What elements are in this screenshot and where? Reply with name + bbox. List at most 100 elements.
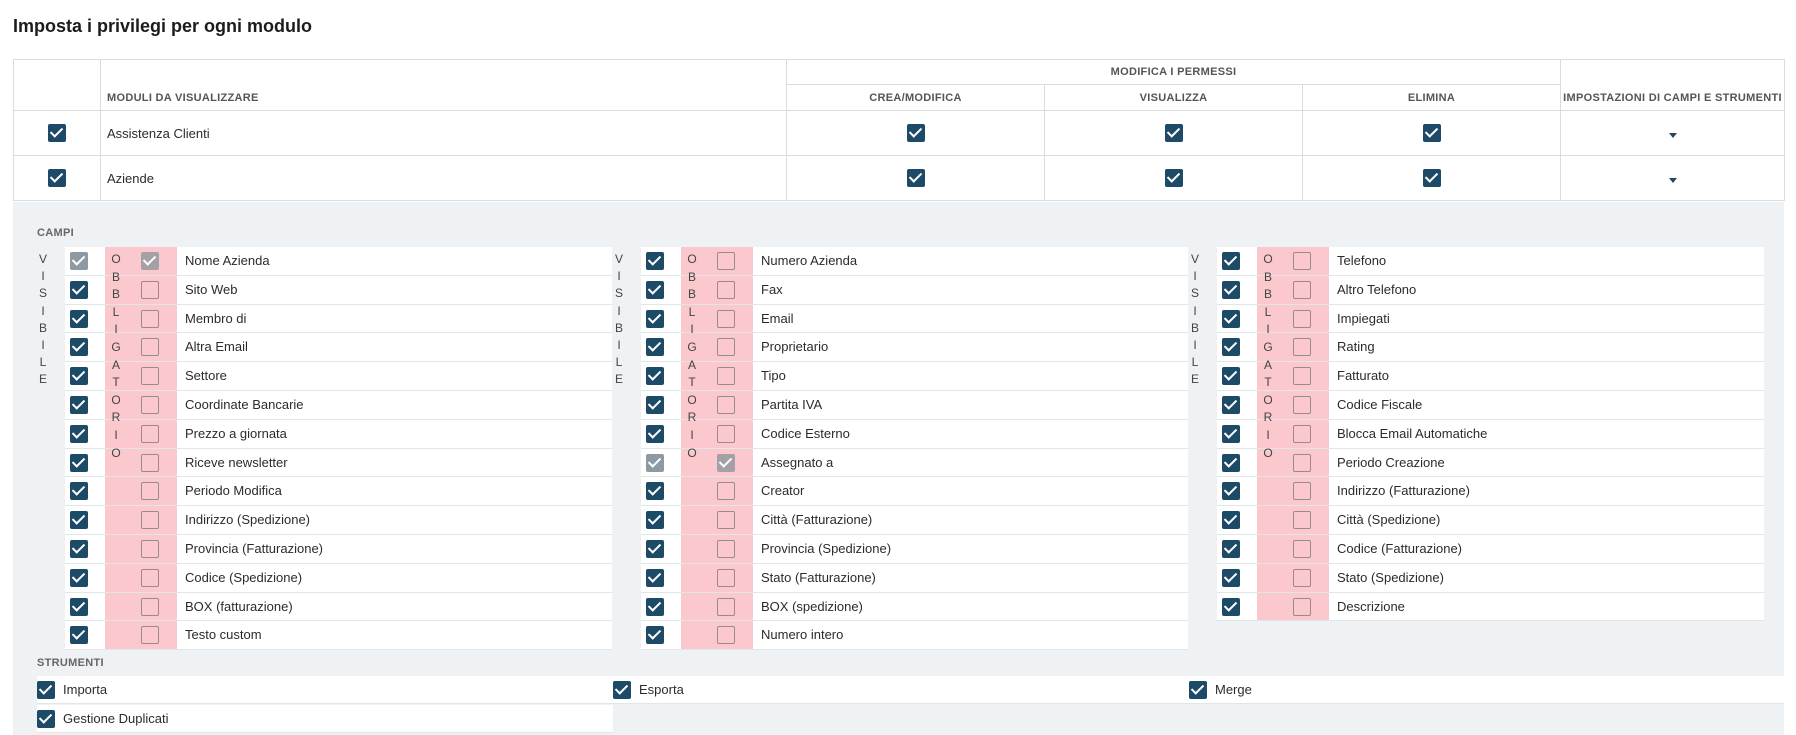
visible-checkbox[interactable]: [1222, 453, 1240, 472]
visible-checkbox[interactable]: [646, 367, 664, 386]
required-checkbox[interactable]: [1293, 482, 1311, 501]
required-checkbox[interactable]: [1293, 338, 1311, 357]
required-checkbox[interactable]: [141, 280, 159, 299]
required-checkbox[interactable]: [717, 367, 735, 386]
required-checkbox[interactable]: [141, 453, 159, 472]
required-checkbox[interactable]: [141, 482, 159, 501]
tool-checkbox[interactable]: [37, 681, 55, 699]
visible-checkbox[interactable]: [646, 626, 664, 645]
required-checkbox[interactable]: [1293, 280, 1311, 299]
visible-checkbox[interactable]: [70, 626, 88, 645]
required-checkbox[interactable]: [717, 482, 735, 501]
visible-checkbox[interactable]: [1222, 511, 1240, 530]
required-checkbox[interactable]: [717, 338, 735, 357]
required-checkbox[interactable]: [1293, 511, 1311, 530]
visible-checkbox[interactable]: [646, 396, 664, 414]
required-checkbox[interactable]: [717, 252, 735, 270]
visible-checkbox[interactable]: [646, 338, 664, 357]
required-checkbox: [141, 252, 159, 270]
visible-checkbox[interactable]: [70, 367, 88, 386]
visible-checkbox[interactable]: [70, 453, 88, 472]
visible-checkbox[interactable]: [646, 597, 664, 616]
visible-checkbox[interactable]: [70, 568, 88, 587]
visible-checkbox[interactable]: [646, 540, 664, 558]
settings-column-header: IMPOSTAZIONI DI CAMPI E STRUMENTI: [1560, 59, 1785, 111]
create-checkbox[interactable]: [906, 124, 925, 142]
required-checkbox[interactable]: [717, 280, 735, 299]
visible-checkbox[interactable]: [1222, 338, 1240, 357]
required-checkbox[interactable]: [141, 540, 159, 558]
required-checkbox[interactable]: [717, 568, 735, 587]
visible-checkbox[interactable]: [1222, 367, 1240, 386]
required-checkbox[interactable]: [717, 597, 735, 616]
visible-checkbox[interactable]: [1222, 568, 1240, 587]
required-checkbox[interactable]: [1293, 453, 1311, 472]
visible-checkbox[interactable]: [70, 511, 88, 530]
required-checkbox[interactable]: [1293, 309, 1311, 328]
field-row: Città (Fatturazione): [641, 506, 1188, 535]
visible-checkbox[interactable]: [646, 424, 664, 443]
visible-checkbox[interactable]: [70, 396, 88, 414]
visible-checkbox[interactable]: [1222, 482, 1240, 501]
delete-checkbox[interactable]: [1422, 124, 1441, 142]
create-checkbox[interactable]: [906, 169, 925, 187]
visible-checkbox[interactable]: [646, 252, 664, 270]
required-checkbox[interactable]: [1293, 396, 1311, 414]
visible-checkbox[interactable]: [646, 482, 664, 501]
visible-checkbox[interactable]: [1222, 540, 1240, 558]
visible-checkbox[interactable]: [1222, 396, 1240, 414]
delete-checkbox[interactable]: [1422, 169, 1441, 187]
visible-checkbox[interactable]: [646, 280, 664, 299]
required-checkbox[interactable]: [141, 309, 159, 328]
visible-checkbox[interactable]: [70, 482, 88, 501]
visible-vertical-label: VISIBILE: [1190, 252, 1199, 387]
view-checkbox[interactable]: [1164, 169, 1183, 187]
required-checkbox[interactable]: [717, 540, 735, 558]
required-checkbox[interactable]: [1293, 367, 1311, 386]
visible-checkbox[interactable]: [70, 424, 88, 443]
visible-checkbox[interactable]: [70, 540, 88, 558]
module-enabled-checkbox[interactable]: [48, 169, 66, 187]
required-checkbox[interactable]: [1293, 424, 1311, 443]
visible-checkbox[interactable]: [70, 309, 88, 328]
field-row: Testo custom: [65, 621, 612, 651]
required-checkbox[interactable]: [141, 396, 159, 414]
field-row: Città (Spedizione): [1217, 506, 1764, 535]
required-checkbox[interactable]: [141, 568, 159, 587]
visible-checkbox[interactable]: [70, 338, 88, 357]
required-checkbox[interactable]: [1293, 252, 1311, 270]
required-checkbox[interactable]: [141, 338, 159, 357]
visible-checkbox[interactable]: [1222, 309, 1240, 328]
field-row: Coordinate Bancarie: [65, 391, 612, 420]
visible-checkbox[interactable]: [1222, 252, 1240, 270]
expand-settings-icon[interactable]: [1668, 132, 1677, 138]
required-checkbox[interactable]: [141, 367, 159, 386]
visible-checkbox[interactable]: [70, 280, 88, 299]
visible-checkbox[interactable]: [1222, 280, 1240, 299]
visible-checkbox[interactable]: [646, 511, 664, 530]
view-checkbox[interactable]: [1164, 124, 1183, 142]
expand-settings-icon[interactable]: [1668, 177, 1677, 183]
required-checkbox[interactable]: [141, 597, 159, 616]
tool-checkbox[interactable]: [1189, 681, 1207, 699]
required-checkbox[interactable]: [141, 424, 159, 443]
required-checkbox[interactable]: [717, 626, 735, 645]
required-checkbox[interactable]: [1293, 540, 1311, 558]
visible-checkbox[interactable]: [1222, 424, 1240, 443]
required-checkbox[interactable]: [717, 511, 735, 530]
required-checkbox[interactable]: [141, 511, 159, 530]
required-vertical-label: OBBLIGATORIO: [687, 252, 697, 460]
visible-checkbox[interactable]: [1222, 597, 1240, 616]
required-checkbox[interactable]: [717, 424, 735, 443]
required-checkbox[interactable]: [141, 626, 159, 645]
required-checkbox[interactable]: [1293, 568, 1311, 587]
required-checkbox[interactable]: [1293, 597, 1311, 616]
visible-checkbox[interactable]: [70, 597, 88, 616]
tool-checkbox[interactable]: [613, 681, 631, 699]
required-checkbox[interactable]: [717, 396, 735, 414]
module-enabled-checkbox[interactable]: [48, 124, 66, 142]
tool-checkbox[interactable]: [37, 710, 55, 728]
visible-checkbox[interactable]: [646, 309, 664, 328]
visible-checkbox[interactable]: [646, 568, 664, 587]
required-checkbox[interactable]: [717, 309, 735, 328]
